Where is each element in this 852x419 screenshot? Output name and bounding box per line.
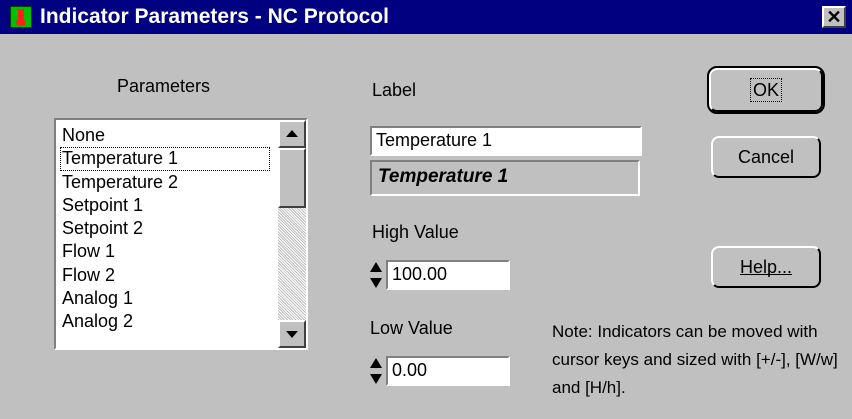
parameters-listbox[interactable]: None Temperature 1 Temperature 2 Setpoint 1… bbox=[54, 118, 308, 350]
note-text: Note: Indicators can be moved with curso… bbox=[552, 322, 838, 397]
cancel-button[interactable]: Cancel bbox=[711, 136, 821, 178]
spin-up-icon[interactable] bbox=[370, 358, 382, 368]
label-input[interactable]: Temperature 1 bbox=[370, 126, 642, 156]
label-heading: Label bbox=[372, 80, 417, 100]
low-value-spinner[interactable] bbox=[370, 354, 384, 390]
list-item[interactable]: Temperature 2 bbox=[60, 171, 270, 194]
high-value-input[interactable]: 100.00 bbox=[386, 260, 510, 290]
low-value-heading: Low Value bbox=[370, 318, 453, 338]
spin-down-icon[interactable] bbox=[370, 374, 382, 384]
scroll-thumb[interactable] bbox=[278, 148, 306, 208]
list-item[interactable]: Flow 2 bbox=[60, 264, 270, 287]
close-button[interactable]: ✕ bbox=[822, 6, 846, 28]
list-item[interactable]: Analog 1 bbox=[60, 287, 270, 310]
scroll-down-button[interactable] bbox=[278, 320, 306, 348]
parameters-list[interactable]: None Temperature 1 Temperature 2 Setpoint 1… bbox=[60, 124, 270, 334]
arrow-up-icon bbox=[286, 130, 298, 137]
label-preview: Temperature 1 bbox=[370, 160, 640, 196]
listbox-scrollbar[interactable] bbox=[278, 120, 306, 348]
low-value-input[interactable]: 0.00 bbox=[386, 356, 510, 386]
ok-button-label: OK bbox=[749, 78, 783, 102]
list-item[interactable]: None bbox=[60, 124, 270, 147]
list-item[interactable]: Setpoint 1 bbox=[60, 194, 270, 217]
thermometer-icon bbox=[10, 6, 32, 28]
list-item[interactable]: Setpoint 2 bbox=[60, 217, 270, 240]
scroll-up-button[interactable] bbox=[278, 120, 306, 148]
help-button[interactable]: Help... bbox=[711, 246, 821, 288]
spin-down-icon[interactable] bbox=[370, 278, 382, 288]
title-bar[interactable]: Indicator Parameters - NC Protocol ✕ bbox=[0, 0, 852, 34]
ok-button[interactable]: OK bbox=[707, 66, 825, 114]
list-item[interactable]: Flow 1 bbox=[60, 240, 270, 263]
arrow-down-icon bbox=[286, 331, 298, 338]
high-value-spinner[interactable] bbox=[370, 258, 384, 294]
spin-up-icon[interactable] bbox=[370, 262, 382, 272]
list-item[interactable]: Analog 2 bbox=[60, 310, 270, 333]
window-title: Indicator Parameters - NC Protocol bbox=[40, 5, 389, 28]
parameters-heading: Parameters bbox=[117, 76, 211, 96]
high-value-heading: High Value bbox=[372, 222, 459, 242]
help-button-label: Help... bbox=[739, 257, 793, 277]
list-item[interactable]: Temperature 1 bbox=[60, 147, 270, 171]
